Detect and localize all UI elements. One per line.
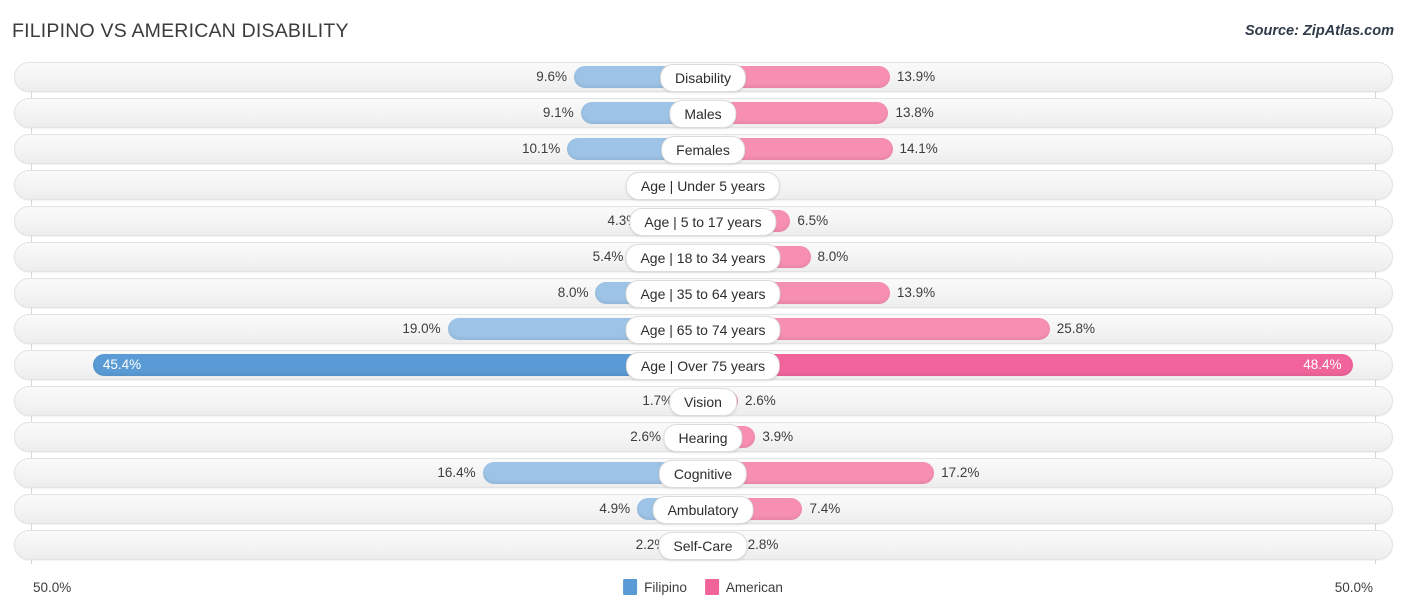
bar-half-filipino: 4.9% <box>31 498 703 520</box>
bar-half-american: 3.9% <box>703 426 1375 448</box>
bar-value-american: 6.5% <box>797 213 829 228</box>
table-row[interactable]: 5.4% 8.0% Age | 18 to 34 years <box>0 242 1406 272</box>
bar-half-american: 13.9% <box>703 282 1375 304</box>
bar-half-filipino: 9.6% <box>31 66 703 88</box>
row-category-label: Age | 5 to 17 years <box>629 208 777 236</box>
bar-half-american: 2.8% <box>703 534 1375 556</box>
table-row[interactable]: 45.4% 48.4% Age | Over 75 years <box>0 350 1406 380</box>
table-row[interactable]: 9.1% 13.8% Males <box>0 98 1406 128</box>
bar-half-filipino: 1.1% <box>31 174 703 196</box>
bar-value-american: 13.9% <box>896 69 936 84</box>
bar-half-american: 2.6% <box>703 390 1375 412</box>
source-attribution: Source: ZipAtlas.com <box>1244 23 1394 39</box>
bar-half-american: 6.5% <box>703 210 1375 232</box>
bar-value-american: 13.9% <box>896 285 936 300</box>
bar-value-filipino: 2.6% <box>630 429 662 444</box>
bar-filipino[interactable]: 45.4% <box>92 354 703 376</box>
bar-half-filipino: 10.1% <box>31 138 703 160</box>
bar-value-filipino: 19.0% <box>402 321 441 336</box>
chart-footer: 50.0% 50.0% Filipino American <box>0 570 1406 612</box>
bar-value-filipino: 9.6% <box>536 69 567 84</box>
bar-american[interactable]: 48.4% <box>703 354 1354 376</box>
table-row[interactable]: 1.1%1.9%Age | Under 5 years <box>0 170 1406 200</box>
bar-half-american: 13.9% <box>703 66 1375 88</box>
bar-value-american: 3.9% <box>762 429 794 444</box>
page-title: FILIPINO VS AMERICAN DISABILITY <box>12 20 349 42</box>
row-category-label: Ambulatory <box>652 496 754 524</box>
bar-half-filipino: 19.0% <box>31 318 703 340</box>
bar-value-filipino: 9.1% <box>542 105 574 120</box>
legend-label: Filipino <box>644 579 687 595</box>
legend-swatch-icon <box>623 579 638 595</box>
bar-value-american: 7.4% <box>809 501 841 516</box>
legend-item[interactable]: American <box>704 579 783 595</box>
row-category-label: Disability <box>659 64 747 92</box>
bar-value-filipino: 10.1% <box>521 141 561 156</box>
bar-value-american: 14.1% <box>899 141 938 156</box>
bar-value-american: 25.8% <box>1056 321 1096 336</box>
bar-half-filipino: 2.2% <box>31 534 703 556</box>
table-row[interactable]: 10.1% 14.1% Females <box>0 134 1406 164</box>
table-row[interactable]: 16.4% 17.2% Cognitive <box>0 458 1406 488</box>
bar-half-american: 13.8% <box>703 102 1375 124</box>
bar-value-american: 13.8% <box>895 105 934 120</box>
bar-row-list: 9.6% 13.9% Disability 9.1% 13.8% Males 10.1% 14… <box>0 62 1406 566</box>
row-category-label: Hearing <box>663 424 743 452</box>
axis-label-right: 50.0% <box>1334 580 1373 595</box>
bar-half-filipino: 16.4% <box>31 462 703 484</box>
row-category-label: Age | 65 to 74 years <box>625 316 781 344</box>
bar-value-american: 2.6% <box>744 393 776 408</box>
row-category-label: Males <box>669 100 737 128</box>
table-row[interactable]: 4.9% 7.4% Ambulatory <box>0 494 1406 524</box>
bar-half-american: 8.0% <box>703 246 1375 268</box>
table-row[interactable]: 1.7% 2.6% Vision <box>0 386 1406 416</box>
bar-value-american: 8.0% <box>817 249 849 264</box>
table-row[interactable]: 9.6% 13.9% Disability <box>0 62 1406 92</box>
bar-half-american: 48.4% <box>703 354 1375 376</box>
bar-half-filipino: 9.1% <box>31 102 703 124</box>
bar-half-filipino: 1.7% <box>31 390 703 412</box>
row-category-label: Females <box>661 136 745 164</box>
bar-value-american: 48.4% <box>1303 357 1342 372</box>
row-category-label: Age | Under 5 years <box>625 172 781 200</box>
table-row[interactable]: 2.6% 3.9% Hearing <box>0 422 1406 452</box>
axis-label-left: 50.0% <box>33 580 72 595</box>
bar-half-american: 14.1% <box>703 138 1375 160</box>
row-category-label: Age | 18 to 34 years <box>625 244 781 272</box>
chart-legend: Filipino American <box>623 579 783 595</box>
bar-value-filipino: 4.9% <box>599 501 631 516</box>
bar-value-filipino: 45.4% <box>102 357 142 372</box>
bar-half-filipino: 2.6% <box>31 426 703 448</box>
bar-half-american: 7.4% <box>703 498 1375 520</box>
row-category-label: Vision <box>669 388 737 416</box>
table-row[interactable]: 4.3% 6.5% Age | 5 to 17 years <box>0 206 1406 236</box>
table-row[interactable]: 8.0% 13.9% Age | 35 to 64 years <box>0 278 1406 308</box>
chart-plot-area: 9.6% 13.9% Disability 9.1% 13.8% Males 10.1% 14… <box>0 62 1406 570</box>
table-row[interactable]: 2.2% 2.8% Self-Care <box>0 530 1406 560</box>
legend-swatch-icon <box>704 579 719 595</box>
bar-value-filipino: 5.4% <box>592 249 624 264</box>
legend-item[interactable]: Filipino <box>623 579 687 595</box>
chart-header: FILIPINO VS AMERICAN DISABILITY Source: … <box>0 0 1406 62</box>
table-row[interactable]: 19.0% 25.8% Age | 65 to 74 years <box>0 314 1406 344</box>
bar-value-filipino: 8.0% <box>557 285 589 300</box>
bar-half-filipino: 45.4% <box>31 354 703 376</box>
bar-half-filipino: 8.0% <box>31 282 703 304</box>
row-category-label: Age | Over 75 years <box>625 352 781 380</box>
row-category-label: Cognitive <box>658 460 748 488</box>
row-category-label: Age | 35 to 64 years <box>625 280 781 308</box>
bar-half-american: 1.9% <box>703 174 1375 196</box>
bar-half-filipino: 4.3% <box>31 210 703 232</box>
row-category-label: Self-Care <box>658 532 748 560</box>
bar-value-american: 17.2% <box>941 465 980 480</box>
bar-value-filipino: 16.4% <box>437 465 476 480</box>
bar-half-american: 17.2% <box>703 462 1375 484</box>
bar-value-american: 2.8% <box>747 537 779 552</box>
bar-half-filipino: 5.4% <box>31 246 703 268</box>
bar-half-american: 25.8% <box>703 318 1375 340</box>
legend-label: American <box>725 579 783 595</box>
